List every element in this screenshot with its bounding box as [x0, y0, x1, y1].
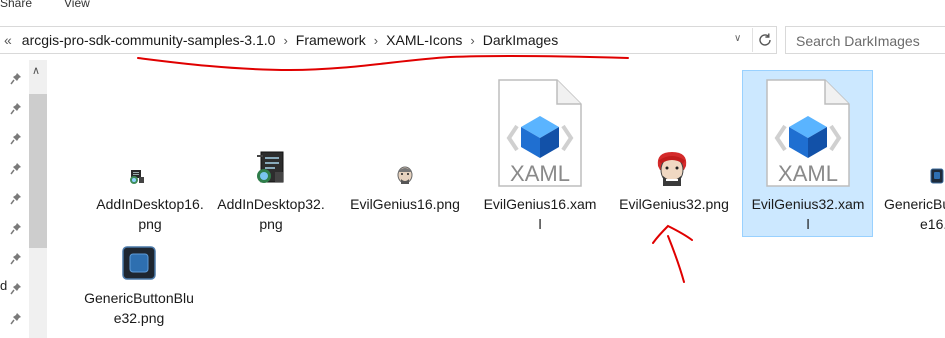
nav-item-label: d	[0, 278, 8, 293]
file-label-line: AddInDesktop32.	[217, 196, 325, 212]
xaml-file-icon: XAML	[766, 79, 850, 187]
pin-icon[interactable]	[10, 132, 22, 146]
file-label-line: png	[259, 216, 283, 232]
chevron-right-icon[interactable]: ›	[468, 33, 476, 48]
face-icon	[397, 166, 413, 184]
file-item[interactable]: XAML EvilGenius16.xam l	[475, 72, 605, 240]
ribbon: Share View	[0, 0, 945, 16]
ribbon-tab-share[interactable]: Share	[0, 0, 32, 10]
file-item[interactable]: GenericButtonBlu e32.png	[74, 244, 204, 334]
button-icon	[930, 168, 944, 184]
file-item[interactable]: EvilGenius16.png	[340, 130, 470, 240]
xaml-text: XAML	[510, 161, 570, 186]
file-label-line: e32.png	[113, 310, 165, 326]
breadcrumb-item-xaml-icons[interactable]: XAML-Icons	[380, 32, 468, 48]
ribbon-tab-view[interactable]: View	[64, 0, 90, 10]
search-input[interactable]	[794, 32, 944, 50]
search-box[interactable]	[785, 26, 945, 54]
file-label-line: EvilGenius16.png	[350, 196, 460, 212]
file-label-line: l	[538, 216, 542, 232]
breadcrumb-overflow[interactable]: «	[4, 32, 16, 48]
pin-icon[interactable]	[10, 102, 22, 116]
address-row: « arcgis-pro-sdk-community-samples-3.1.0…	[0, 26, 945, 56]
breadcrumb-item-framework[interactable]: Framework	[290, 32, 372, 48]
pin-icon[interactable]	[10, 312, 22, 326]
file-label-line: l	[806, 216, 810, 232]
scroll-up-icon[interactable]: ∧	[32, 64, 40, 77]
pin-icon[interactable]	[10, 282, 22, 296]
address-dropdown-chevron-icon[interactable]: ∨	[734, 33, 741, 44]
xaml-text: XAML	[778, 161, 838, 186]
file-label-line: e16.p	[920, 216, 945, 232]
pin-icon[interactable]	[10, 162, 22, 176]
file-label-line: EvilGenius32.xam	[751, 196, 865, 212]
file-item[interactable]: EvilGenius32.png	[609, 130, 739, 240]
pin-icon[interactable]	[10, 222, 22, 236]
file-item-selected[interactable]: XAML EvilGenius32.xam l	[743, 72, 873, 240]
file-label-line: png	[138, 216, 162, 232]
pin-icon[interactable]	[10, 192, 22, 206]
file-item[interactable]: AddInDesktop16. png	[85, 130, 215, 240]
file-label-line: GenericBu	[884, 196, 945, 212]
addin-icon	[257, 151, 284, 183]
addin-icon	[130, 170, 144, 184]
file-label-line: EvilGenius32.png	[619, 196, 729, 212]
file-label-line: GenericButtonBlu	[84, 290, 194, 306]
refresh-button[interactable]	[752, 28, 776, 52]
file-item[interactable]: GenericBu e16.p	[878, 130, 945, 240]
breadcrumb: « arcgis-pro-sdk-community-samples-3.1.0…	[4, 27, 564, 53]
pin-icon[interactable]	[10, 72, 22, 86]
pin-icon[interactable]	[10, 252, 22, 266]
underline-annotation	[137, 54, 629, 72]
address-bar[interactable]: « arcgis-pro-sdk-community-samples-3.1.0…	[0, 26, 777, 54]
file-label-line: AddInDesktop16.	[96, 196, 204, 212]
file-item[interactable]: AddInDesktop32. png	[206, 130, 336, 240]
refresh-icon	[758, 33, 771, 46]
breadcrumb-item-darkimages[interactable]: DarkImages	[477, 32, 564, 48]
xaml-file-icon: XAML	[498, 79, 582, 187]
nav-scrollbar-thumb[interactable]	[29, 94, 47, 248]
breadcrumb-item-root[interactable]: arcgis-pro-sdk-community-samples-3.1.0	[16, 32, 282, 48]
file-label-line: EvilGenius16.xam	[483, 196, 597, 212]
button-icon	[122, 246, 156, 280]
chevron-right-icon[interactable]: ›	[372, 33, 380, 48]
face-icon	[657, 152, 687, 186]
chevron-right-icon[interactable]: ›	[281, 33, 289, 48]
